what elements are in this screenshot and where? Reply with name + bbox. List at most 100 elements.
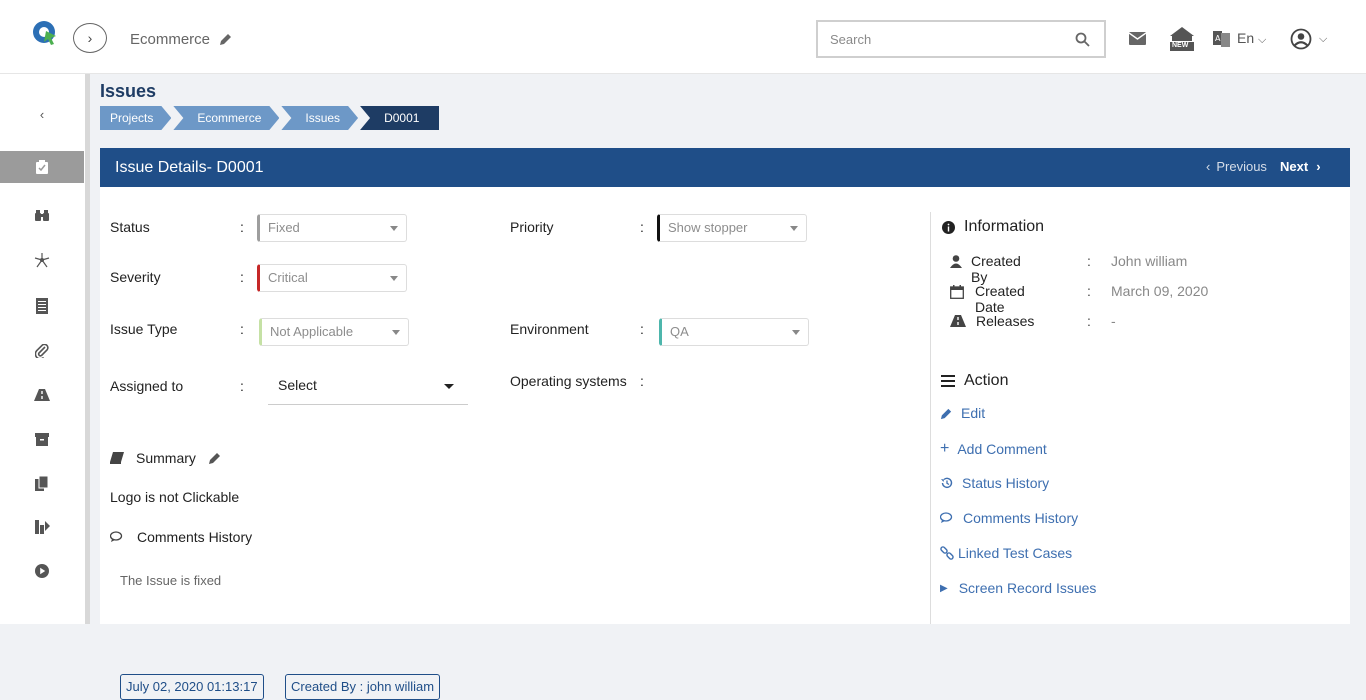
next-label: Next — [1280, 159, 1309, 174]
action-edit[interactable]: Edit — [940, 405, 985, 421]
info-created-by-value: John william — [1111, 253, 1188, 269]
translate-icon[interactable]: A — [1213, 31, 1230, 52]
issue-type-label: Issue Type — [110, 321, 178, 337]
edit-summary-icon[interactable] — [208, 451, 222, 465]
action-status-history[interactable]: Status History — [940, 475, 1049, 491]
page-title: Issues — [100, 81, 157, 101]
comment-author-badge: Created By : john william — [285, 674, 441, 700]
whats-new-icon[interactable]: NEW — [1169, 26, 1195, 57]
next-button[interactable]: Next › — [1280, 159, 1321, 174]
user-menu-chevron-icon[interactable]: ⌵ — [1319, 33, 1327, 46]
action-linked-test-cases[interactable]: Linked Test Cases — [940, 545, 1072, 561]
sidebar-item-copies[interactable] — [0, 467, 84, 499]
pencil-icon — [940, 408, 952, 419]
summary-title: Summary — [136, 450, 196, 466]
assigned-to-select[interactable]: Select — [268, 371, 468, 405]
road-icon — [34, 389, 50, 401]
sidebar-item-document[interactable] — [0, 290, 84, 322]
issue-type-select[interactable]: Not Applicable — [259, 318, 409, 346]
info-releases-colon: : — [1087, 313, 1091, 329]
sidebar-item-issues[interactable] — [0, 151, 84, 183]
information-heading: Information — [942, 218, 1044, 236]
sidebar-item-network[interactable] — [0, 244, 84, 276]
language-label: En — [1237, 30, 1255, 46]
link-icon — [940, 546, 954, 560]
user-icon — [950, 255, 962, 268]
binoculars-icon — [35, 210, 49, 221]
chevron-down-icon: ⌵ — [1258, 34, 1267, 46]
user-avatar-icon[interactable] — [1290, 28, 1312, 55]
breadcrumb-current: D0001 — [360, 106, 440, 130]
operating-systems-label: Operating systems — [510, 373, 627, 389]
priority-select[interactable]: Show stopper — [657, 214, 807, 242]
caret-down-icon — [390, 226, 398, 231]
sidebar-item-reports[interactable] — [0, 511, 84, 543]
clipboard-check-icon — [36, 160, 48, 174]
previous-button[interactable]: ‹ Previous — [1206, 159, 1267, 174]
severity-value: Critical — [268, 270, 308, 285]
search-icon[interactable] — [1075, 32, 1090, 52]
action-comments-history-label: Comments History — [963, 510, 1079, 526]
action-linked-test-cases-label: Linked Test Cases — [958, 545, 1073, 561]
road-icon — [950, 315, 966, 327]
comments-history-title: Comments History — [137, 529, 253, 545]
caret-down-icon — [392, 330, 400, 335]
project-name: Ecommerce — [130, 31, 211, 48]
archive-icon — [35, 432, 49, 446]
calendar-icon — [950, 285, 964, 299]
reports-icon — [34, 520, 50, 534]
comments-icon — [940, 512, 953, 523]
breadcrumb: Projects Ecommerce Issues D0001 — [100, 106, 441, 130]
action-screen-record-issues[interactable]: ▶ Screen Record Issues — [940, 580, 1096, 596]
info-releases-key: Releases — [976, 313, 1035, 329]
environment-value: QA — [670, 324, 689, 339]
comments-history-heading: Comments History — [110, 529, 252, 545]
sidebar-item-road[interactable] — [0, 379, 84, 411]
sidebar-item-play[interactable] — [0, 555, 84, 587]
environment-label: Environment — [510, 321, 589, 337]
column-divider — [930, 212, 931, 624]
sidebar-item-attachments[interactable] — [0, 335, 84, 367]
breadcrumb-projects[interactable]: Projects — [100, 106, 171, 130]
collapse-sidebar-icon[interactable]: ‹ — [0, 98, 84, 130]
severity-select[interactable]: Critical — [257, 264, 407, 292]
action-comments-history[interactable]: Comments History — [940, 510, 1078, 526]
issue-details-title: Issue Details- D0001 — [115, 159, 264, 176]
expand-sidebar-button[interactable]: › — [73, 23, 107, 53]
info-created-by-key: Created By — [971, 253, 1021, 285]
priority-label: Priority — [510, 219, 554, 235]
status-select[interactable]: Fixed — [257, 214, 407, 242]
priority-colon: : — [640, 219, 644, 235]
search-input[interactable] — [818, 22, 1058, 56]
mail-icon[interactable] — [1128, 32, 1147, 50]
paperclip-icon — [35, 344, 49, 358]
play-circle-icon — [35, 564, 49, 578]
environment-select[interactable]: QA — [659, 318, 809, 346]
breadcrumb-ecommerce[interactable]: Ecommerce — [173, 106, 279, 130]
document-icon — [36, 298, 48, 314]
summary-heading: Summary — [110, 450, 222, 466]
summary-text: Logo is not Clickable — [110, 489, 240, 505]
new-badge: NEW — [1172, 42, 1189, 49]
sidebar-item-binoculars[interactable] — [0, 199, 84, 231]
app-logo-icon[interactable] — [30, 18, 60, 48]
caret-down-icon — [792, 330, 800, 335]
caret-down-icon — [444, 384, 454, 389]
chevron-left-icon: ‹ — [1206, 159, 1211, 174]
issue-details-body: Status : Fixed Severity : Critical Issue… — [100, 187, 1350, 700]
search-box — [816, 20, 1106, 58]
info-created-date-colon: : — [1087, 283, 1091, 299]
language-selector[interactable]: En ⌵ — [1237, 30, 1266, 47]
network-icon — [34, 253, 50, 268]
edit-project-icon[interactable] — [219, 32, 233, 51]
assigned-to-label: Assigned to — [110, 378, 184, 394]
issue-type-colon: : — [240, 321, 244, 337]
caret-down-icon — [790, 226, 798, 231]
action-add-comment[interactable]: + Add Comment — [940, 440, 1047, 458]
breadcrumb-issues[interactable]: Issues — [281, 106, 358, 130]
history-icon — [941, 477, 953, 489]
operating-systems-colon: : — [640, 373, 644, 389]
status-value: Fixed — [268, 220, 300, 235]
sidebar-item-archive[interactable] — [0, 423, 84, 455]
status-colon: : — [240, 219, 244, 235]
